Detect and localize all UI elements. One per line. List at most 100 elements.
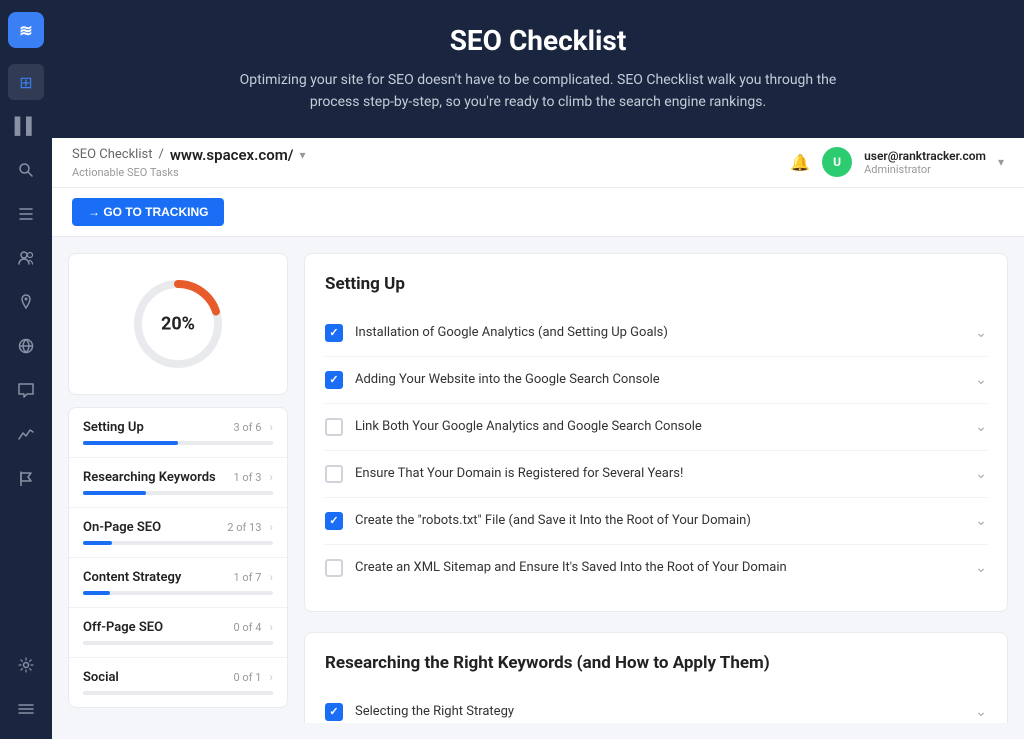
nav-item-count-on-page-seo: 2 of 13 <box>227 521 261 534</box>
checklist-item-item-2[interactable]: Adding Your Website into the Google Sear… <box>325 357 987 404</box>
nav-item-chevron-icon-content-strategy: › <box>269 570 273 584</box>
main-content: SEO Checklist Optimizing your site for S… <box>52 0 1024 739</box>
checklist-item-left-item-1: Installation of Google Analytics (and Se… <box>325 324 668 342</box>
nav-item-progress-fill-researching-keywords <box>83 491 146 495</box>
checklist-item-left-item-5: Create the "robots.txt" File (and Save i… <box>325 512 751 530</box>
nav-item-off-page-seo[interactable]: Off-Page SEO 0 of 4 › <box>69 608 287 658</box>
checklist-item-left-item-6: Create an XML Sitemap and Ensure It's Sa… <box>325 559 787 577</box>
sidebar-item-flag[interactable] <box>8 460 44 496</box>
checklist-item-item-4[interactable]: Ensure That Your Domain is Registered fo… <box>325 451 987 498</box>
nav-item-chevron-icon-researching-keywords: › <box>269 470 273 484</box>
nav-item-right-content-strategy: 1 of 7 › <box>233 570 273 584</box>
nav-item-right-researching-keywords: 1 of 3 › <box>233 470 273 484</box>
nav-item-researching-keywords[interactable]: Researching Keywords 1 of 3 › <box>69 458 287 508</box>
checklist-item-left-item-2: Adding Your Website into the Google Sear… <box>325 371 660 389</box>
nav-item-setting-up[interactable]: Setting Up 3 of 6 › <box>69 408 287 458</box>
breadcrumb-nav: SEO Checklist / www.spacex.com/ ▾ <box>72 146 305 164</box>
nav-item-right-off-page-seo: 0 of 4 › <box>233 620 273 634</box>
checklist-text-item-r1: Selecting the Right Strategy <box>355 704 514 719</box>
nav-item-title-setting-up: Setting Up <box>83 420 144 435</box>
nav-item-title-on-page-seo: On-Page SEO <box>83 520 161 535</box>
sidebar-item-chat[interactable] <box>8 372 44 408</box>
checkbox-item-3[interactable] <box>325 418 343 436</box>
checklist-item-item-5[interactable]: Create the "robots.txt" File (and Save i… <box>325 498 987 545</box>
nav-item-chevron-icon-setting-up: › <box>269 420 273 434</box>
sidebar-item-grid[interactable]: ⊞ <box>8 64 44 100</box>
breadcrumb: SEO Checklist / www.spacex.com/ ▾ Action… <box>72 146 305 179</box>
progress-percentage: 20% <box>161 313 195 334</box>
sidebar-item-people[interactable] <box>8 240 44 276</box>
checkbox-item-5[interactable] <box>325 512 343 530</box>
top-bar: SEO Checklist / www.spacex.com/ ▾ Action… <box>52 138 1024 188</box>
breadcrumb-parent: SEO Checklist <box>72 147 152 162</box>
nav-item-progress-bar-setting-up <box>83 441 273 445</box>
checklist-item-item-1[interactable]: Installation of Google Analytics (and Se… <box>325 310 987 357</box>
expand-icon-item-r1[interactable]: ⌄ <box>975 704 987 720</box>
checklist-item-left-item-r1: Selecting the Right Strategy <box>325 703 514 721</box>
checklist-item-item-r1[interactable]: Selecting the Right Strategy ⌄ <box>325 689 987 723</box>
progress-card: 20% <box>68 253 288 395</box>
sidebar-item-list[interactable] <box>8 196 44 232</box>
nav-item-header-researching-keywords: Researching Keywords 1 of 3 › <box>83 470 273 485</box>
nav-item-progress-bar-content-strategy <box>83 591 273 595</box>
nav-item-progress-bar-off-page-seo <box>83 641 273 645</box>
nav-item-title-content-strategy: Content Strategy <box>83 570 181 585</box>
sidebar-item-chart[interactable]: ▌▌ <box>8 108 44 144</box>
nav-item-count-off-page-seo: 0 of 4 <box>233 621 261 634</box>
sidebar-item-globe[interactable] <box>8 328 44 364</box>
nav-item-header-off-page-seo: Off-Page SEO 0 of 4 › <box>83 620 273 635</box>
checklist-item-item-3[interactable]: Link Both Your Google Analytics and Goog… <box>325 404 987 451</box>
expand-icon-item-3[interactable]: ⌄ <box>975 419 987 435</box>
nav-item-header-content-strategy: Content Strategy 1 of 7 › <box>83 570 273 585</box>
domain-chevron-icon[interactable]: ▾ <box>299 148 305 162</box>
sidebar-settings-icon[interactable] <box>8 647 44 683</box>
checkbox-item-r1[interactable] <box>325 703 343 721</box>
tracking-bar: → GO TO TRACKING <box>52 188 1024 237</box>
expand-icon-item-5[interactable]: ⌄ <box>975 513 987 529</box>
nav-item-chevron-icon-on-page-seo: › <box>269 520 273 534</box>
expand-icon-item-1[interactable]: ⌄ <box>975 325 987 341</box>
sidebar-logo[interactable]: ≋ <box>8 12 44 48</box>
sidebar-item-pin[interactable] <box>8 284 44 320</box>
expand-icon-item-4[interactable]: ⌄ <box>975 466 987 482</box>
avatar[interactable]: U <box>822 147 852 177</box>
expand-icon-item-6[interactable]: ⌄ <box>975 560 987 576</box>
user-info: user@ranktracker.com Administrator <box>864 149 986 176</box>
notification-bell-icon[interactable]: 🔔 <box>790 153 810 172</box>
sidebar-item-trending[interactable] <box>8 416 44 452</box>
nav-item-content-strategy[interactable]: Content Strategy 1 of 7 › <box>69 558 287 608</box>
go-to-tracking-button[interactable]: → GO TO TRACKING <box>72 198 224 226</box>
checkbox-item-4[interactable] <box>325 465 343 483</box>
nav-item-progress-bar-on-page-seo <box>83 541 273 545</box>
checklist-text-item-4: Ensure That Your Domain is Registered fo… <box>355 466 683 481</box>
nav-list: Setting Up 3 of 6 › Researching Keywords… <box>68 407 288 708</box>
checkbox-item-2[interactable] <box>325 371 343 389</box>
checkbox-item-1[interactable] <box>325 324 343 342</box>
user-dropdown-icon[interactable]: ▾ <box>998 155 1004 169</box>
checkbox-item-6[interactable] <box>325 559 343 577</box>
nav-item-header-setting-up: Setting Up 3 of 6 › <box>83 420 273 435</box>
sidebar-collapse-icon[interactable] <box>8 691 44 727</box>
sidebar: ≋ ⊞ ▌▌ <box>0 0 52 739</box>
nav-item-progress-bar-researching-keywords <box>83 491 273 495</box>
checklist-text-item-1: Installation of Google Analytics (and Se… <box>355 325 668 340</box>
nav-item-right-on-page-seo: 2 of 13 › <box>227 520 273 534</box>
expand-icon-item-2[interactable]: ⌄ <box>975 372 987 388</box>
logo-icon: ≋ <box>19 21 32 40</box>
sidebar-item-search[interactable] <box>8 152 44 188</box>
section-title-researching-keywords: Researching the Right Keywords (and How … <box>325 653 987 673</box>
nav-item-progress-fill-setting-up <box>83 441 178 445</box>
nav-item-count-social: 0 of 1 <box>233 671 261 684</box>
content-area: 20% Setting Up 3 of 6 › Researching Keyw… <box>52 237 1024 739</box>
page-title: SEO Checklist <box>92 24 984 57</box>
nav-item-count-content-strategy: 1 of 7 <box>233 571 261 584</box>
checklist-item-item-6[interactable]: Create an XML Sitemap and Ensure It's Sa… <box>325 545 987 591</box>
nav-item-social[interactable]: Social 0 of 1 › <box>69 658 287 707</box>
checklist-item-left-item-4: Ensure That Your Domain is Registered fo… <box>325 465 683 483</box>
nav-item-header-on-page-seo: On-Page SEO 2 of 13 › <box>83 520 273 535</box>
nav-item-header-social: Social 0 of 1 › <box>83 670 273 685</box>
checklist-text-item-3: Link Both Your Google Analytics and Goog… <box>355 419 702 434</box>
nav-item-progress-fill-content-strategy <box>83 591 110 595</box>
nav-item-on-page-seo[interactable]: On-Page SEO 2 of 13 › <box>69 508 287 558</box>
nav-item-progress-bar-social <box>83 691 273 695</box>
